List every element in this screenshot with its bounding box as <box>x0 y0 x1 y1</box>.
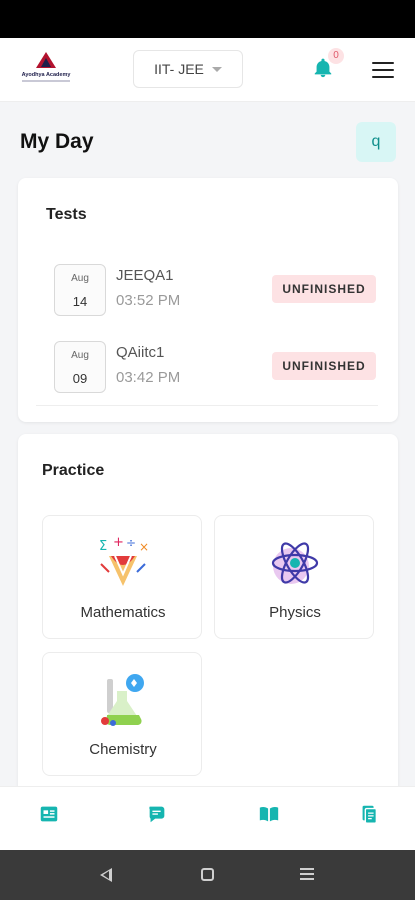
documents-icon <box>362 805 378 824</box>
nav-documents-button[interactable] <box>358 803 382 827</box>
test-day: 09 <box>72 371 88 386</box>
test-date-badge: Aug 09 <box>54 341 106 393</box>
test-month: Aug <box>71 273 89 284</box>
subject-label: Physics <box>269 604 321 621</box>
svg-text:×: × <box>139 540 149 554</box>
test-month: Aug <box>71 350 89 361</box>
test-time: 03:42 PM <box>116 369 181 386</box>
test-date-badge: Aug 14 <box>54 264 106 316</box>
notifications-button[interactable]: 0 <box>312 48 344 84</box>
test-time: 03:52 PM <box>116 292 181 309</box>
svg-text:+: + <box>113 535 124 550</box>
nav-feed-button[interactable] <box>38 803 62 827</box>
notification-count-badge: 0 <box>328 48 344 64</box>
subject-label: Chemistry <box>89 741 157 758</box>
test-item[interactable]: Aug 14 JEEQA1 03:52 PM UNFINISHED <box>54 264 376 316</box>
home-icon[interactable] <box>201 868 214 881</box>
subject-physics[interactable]: Physics <box>214 515 374 639</box>
svg-text:÷: ÷ <box>126 536 136 550</box>
user-avatar[interactable]: q <box>356 122 396 162</box>
subject-chemistry[interactable]: Chemistry <box>42 652 202 776</box>
test-status-badge: UNFINISHED <box>272 352 376 380</box>
exam-selector[interactable]: IIT- JEE <box>133 50 243 88</box>
android-navigation-bar <box>0 850 415 900</box>
test-day: 14 <box>72 294 88 309</box>
logo-mark <box>36 52 56 68</box>
atom-icon <box>271 542 319 584</box>
academy-logo[interactable]: Ayodhya Academy <box>18 50 74 90</box>
system-status-bar <box>0 0 415 38</box>
subject-mathematics[interactable]: Σ + ÷ × Mathematics <box>42 515 202 639</box>
practice-title: Practice <box>42 462 105 479</box>
test-item[interactable]: Aug 09 QAiitc1 03:42 PM UNFINISHED <box>36 341 378 406</box>
practice-card: Practice Σ + ÷ × Mathematics Physics Che… <box>18 434 398 794</box>
chevron-down-icon <box>211 66 222 72</box>
recent-apps-icon[interactable] <box>300 868 314 883</box>
bottom-navigation <box>0 786 415 850</box>
exam-selector-label: IIT- JEE <box>154 61 204 77</box>
math-symbols-icon: Σ + ÷ × <box>99 535 149 586</box>
tests-title: Tests <box>46 206 87 223</box>
tests-card: Tests Aug 14 JEEQA1 03:52 PM UNFINISHED … <box>18 178 398 422</box>
svg-text:Σ: Σ <box>99 539 107 554</box>
test-status-badge: UNFINISHED <box>272 275 376 303</box>
back-icon[interactable] <box>100 868 112 882</box>
subject-label: Mathematics <box>80 604 166 621</box>
nav-library-button[interactable] <box>258 803 282 827</box>
news-feed-icon <box>40 806 58 822</box>
test-name: JEEQA1 <box>116 267 174 284</box>
chat-icon <box>149 806 165 823</box>
logo-text: Ayodhya Academy <box>21 72 71 78</box>
book-icon <box>259 806 279 822</box>
nav-chat-button[interactable] <box>146 803 170 827</box>
page-title: My Day <box>20 130 94 153</box>
hamburger-menu-icon[interactable] <box>372 62 394 78</box>
app-header: Ayodhya Academy IIT- JEE 0 <box>0 38 415 102</box>
flask-icon <box>101 674 144 726</box>
test-name: QAiitc1 <box>116 344 165 361</box>
